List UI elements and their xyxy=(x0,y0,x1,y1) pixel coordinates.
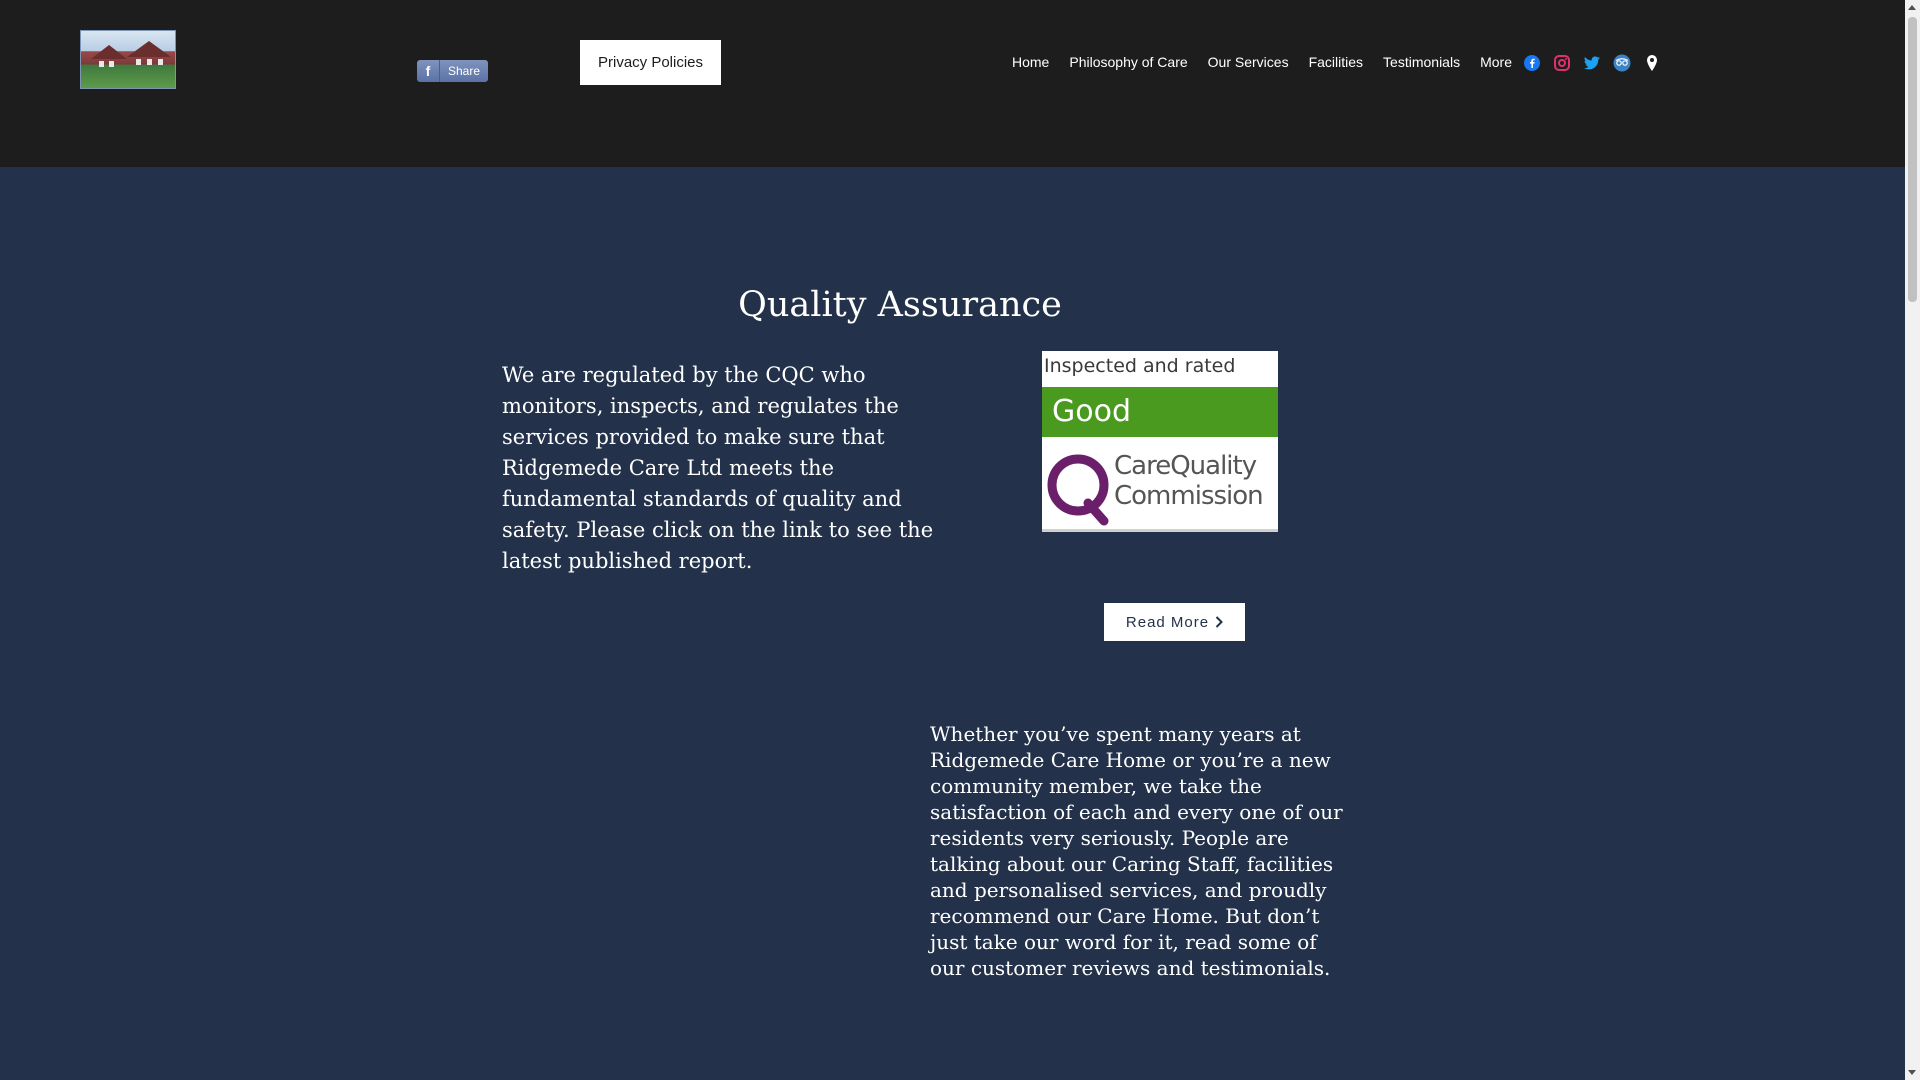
privacy-policies-button[interactable]: Privacy Policies xyxy=(580,40,721,85)
facebook-share-button[interactable]: f Share xyxy=(417,60,488,82)
scroll-up-icon[interactable] xyxy=(1908,5,1916,10)
twitter-icon[interactable] xyxy=(1582,53,1602,73)
chevron-right-icon xyxy=(1215,616,1224,628)
site-header: f Share Privacy Policies Home Philosophy… xyxy=(0,0,1905,167)
site-logo[interactable] xyxy=(80,30,176,89)
main-nav: Home Philosophy of Care Our Services Fac… xyxy=(1002,50,1522,74)
instagram-icon[interactable] xyxy=(1552,53,1572,73)
badge-rating: Good xyxy=(1042,387,1278,437)
nav-item-facilities[interactable]: Facilities xyxy=(1299,54,1373,70)
social-bar xyxy=(1522,53,1662,73)
map-pin-icon[interactable] xyxy=(1642,53,1662,73)
page-title: Quality Assurance xyxy=(738,285,1062,325)
badge-org-line1: CareQuality xyxy=(1114,451,1257,481)
testimonial-intro-text: Whether you’ve spent many years at Ridge… xyxy=(930,722,1343,980)
share-label: Share xyxy=(447,64,481,78)
tripadvisor-icon[interactable] xyxy=(1612,53,1632,73)
nav-item-services[interactable]: Our Services xyxy=(1198,54,1299,70)
nav-item-more[interactable]: More xyxy=(1470,54,1522,70)
read-more-button[interactable]: Read More xyxy=(1104,603,1245,641)
cqc-rating-badge[interactable]: Inspected and rated Good CareQuality Com… xyxy=(1042,351,1278,532)
cqc-logo-icon xyxy=(1047,454,1109,526)
badge-top-text: Inspected and rated xyxy=(1044,355,1236,377)
scroll-thumb[interactable] xyxy=(1908,17,1917,302)
facebook-icon: f xyxy=(417,60,440,82)
nav-item-home[interactable]: Home xyxy=(1002,54,1059,70)
badge-org-line2: Commission xyxy=(1114,481,1264,511)
cqc-intro-text: We are regulated by the CQC who monitors… xyxy=(502,363,934,573)
page-scrollbar[interactable] xyxy=(1905,0,1920,1080)
nav-item-philosophy[interactable]: Philosophy of Care xyxy=(1059,54,1197,70)
read-more-label: Read More xyxy=(1125,613,1210,631)
nav-item-testimonials[interactable]: Testimonials xyxy=(1373,54,1470,70)
scroll-down-icon[interactable] xyxy=(1908,1070,1916,1075)
facebook-icon[interactable] xyxy=(1522,53,1542,73)
